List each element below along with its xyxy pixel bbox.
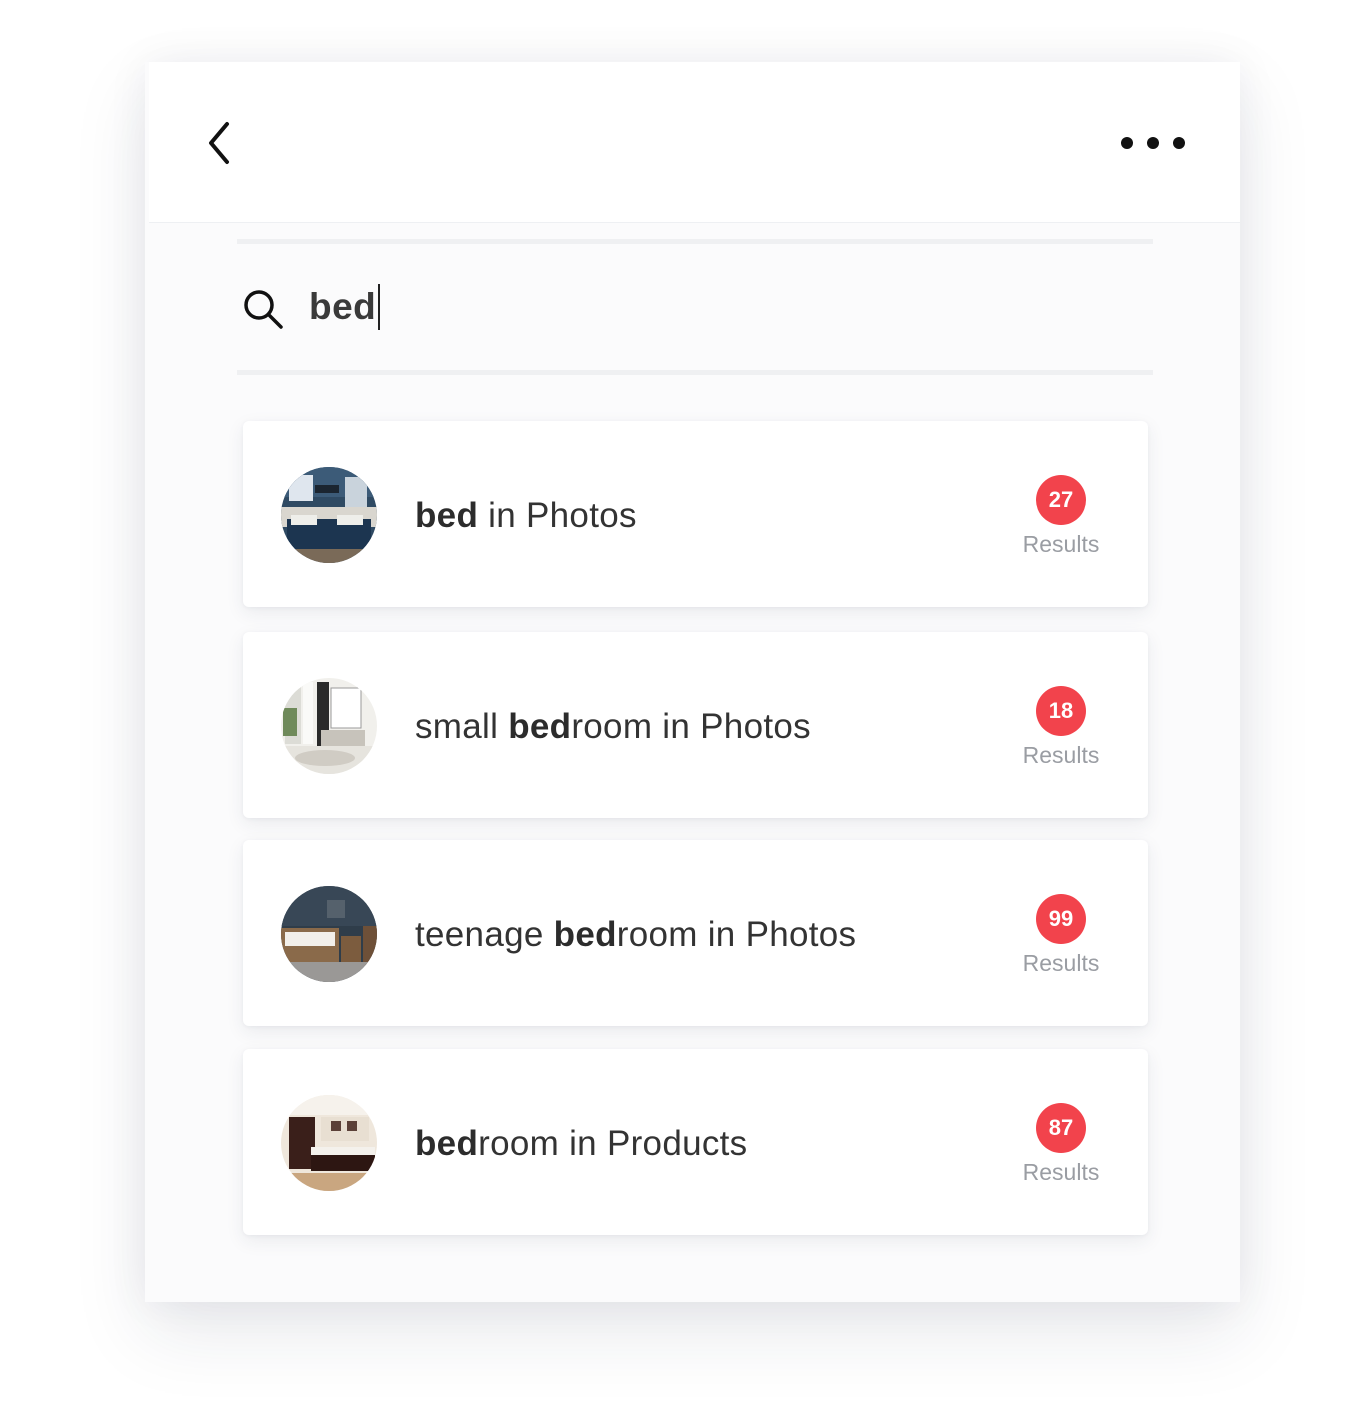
result-thumbnail [281,678,377,774]
result-label: teenage bedroom in Photos [415,915,857,954]
search-result-item[interactable]: small bedroom in Photos 18 Results [243,632,1148,818]
more-horizontal-icon [1121,137,1185,149]
search-result-item[interactable]: bedroom in Products 87 Results [243,1049,1148,1235]
result-count-label: Results [1022,742,1100,768]
divider [237,370,1153,375]
result-count-badge: 87 [1036,1103,1086,1153]
result-thumbnail [281,1095,377,1191]
search-icon [241,287,285,331]
chevron-left-icon [209,122,229,164]
search-bar: bed [237,239,1153,375]
result-count-badge: 18 [1036,686,1086,736]
result-label: bedroom in Products [415,1124,748,1163]
result-label: bed in Photos [415,496,637,535]
result-count-badge: 27 [1036,475,1086,525]
back-button[interactable] [201,118,241,168]
result-thumbnail [281,467,377,563]
result-count-label: Results [1022,531,1100,557]
result-count-badge: 99 [1036,894,1086,944]
search-result-item[interactable]: teenage bedroom in Photos 99 Results [243,840,1148,1026]
app-screen: bed bed in Photos 27 Results small bedro… [145,62,1240,1302]
result-label: small bedroom in Photos [415,707,811,746]
search-query: bed [309,286,377,327]
more-options-button[interactable] [1113,128,1193,158]
result-count-label: Results [1022,1159,1100,1185]
result-count-label: Results [1022,950,1100,976]
divider [237,239,1153,244]
result-thumbnail [281,886,377,982]
app-bar [149,62,1240,223]
search-result-item[interactable]: bed in Photos 27 Results [243,421,1148,607]
search-input[interactable]: bed [309,281,381,333]
text-caret [378,284,381,330]
